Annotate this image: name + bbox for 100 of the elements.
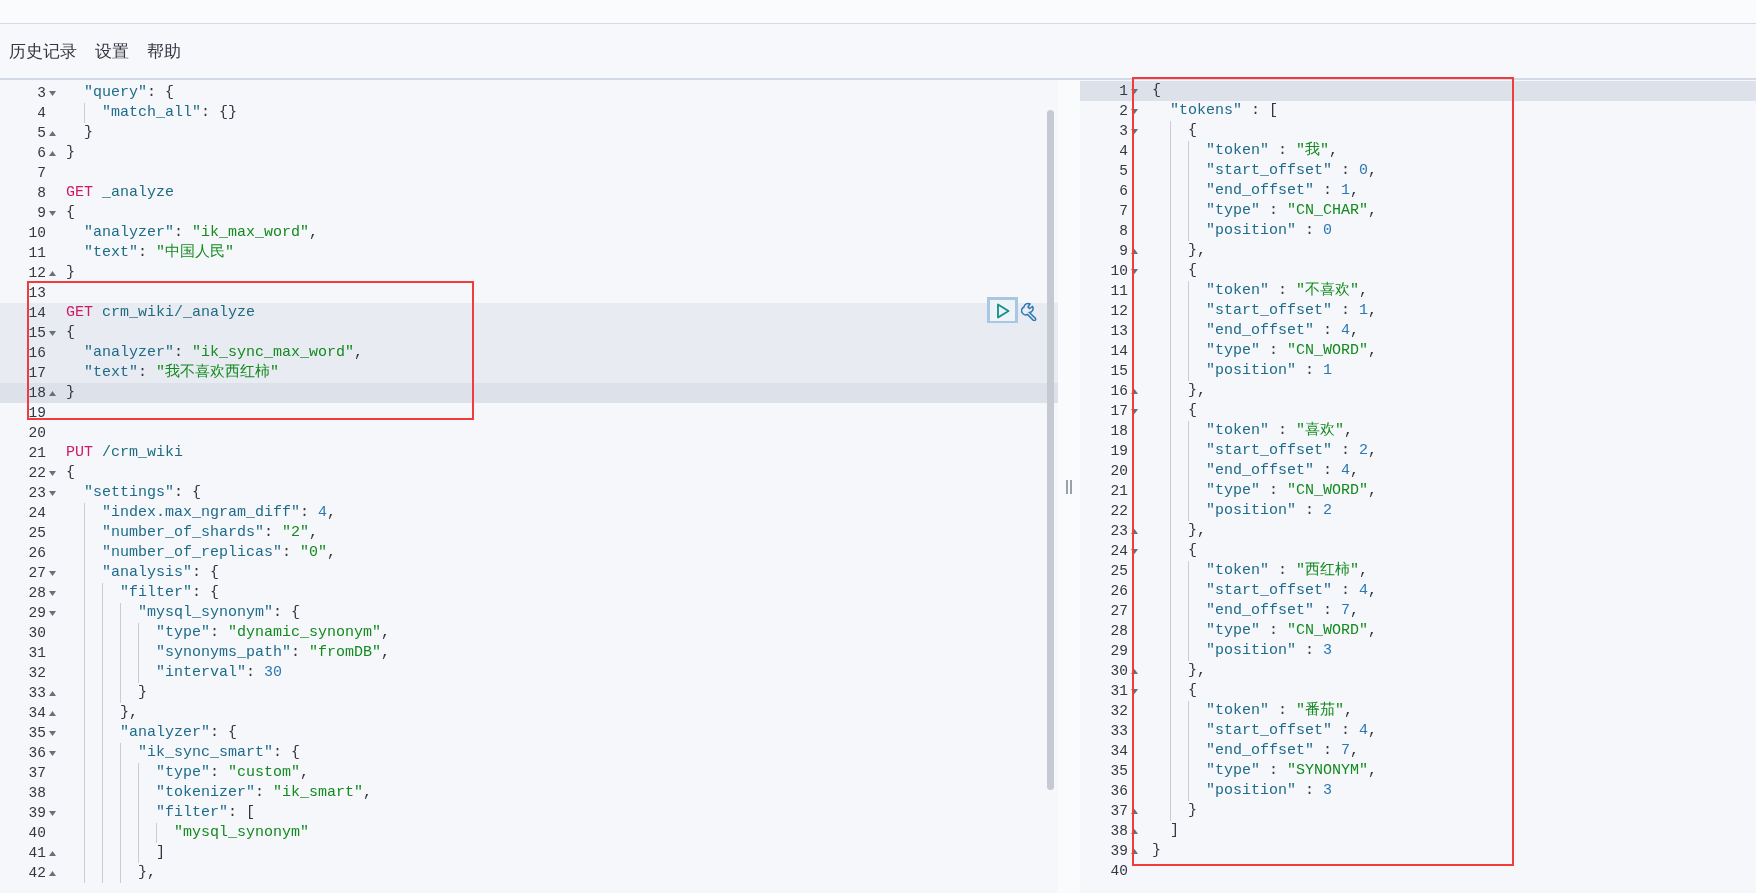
- code-line: "type" : "SYNONYM",: [1152, 761, 1378, 781]
- code-line: "end_offset" : 1,: [1152, 181, 1360, 201]
- menu-link[interactable]: 设置: [95, 39, 129, 63]
- code-line: },: [66, 863, 156, 883]
- code-line: }: [1152, 801, 1197, 821]
- code-line: {: [1152, 681, 1197, 701]
- line-number: 33: [28, 685, 46, 701]
- fold-toggle-icon[interactable]: [48, 330, 56, 336]
- fold-toggle-icon[interactable]: [48, 730, 56, 736]
- code-line: "mysql_synonym": {: [66, 603, 301, 623]
- code-line: "token" : "喜欢",: [1152, 421, 1354, 441]
- menu-link[interactable]: 帮助: [147, 39, 181, 63]
- line-number: 21: [1110, 483, 1128, 499]
- code-line: {: [66, 323, 75, 343]
- fold-toggle-icon[interactable]: [48, 470, 56, 476]
- code-line: },: [1152, 521, 1206, 541]
- code-line: "position" : 0: [1152, 221, 1333, 241]
- code-line: "type": "custom",: [66, 763, 310, 783]
- line-number: 35: [28, 725, 46, 741]
- code-line: "index.max_ngram_diff": 4,: [66, 503, 337, 523]
- fold-toggle-icon[interactable]: [48, 750, 56, 756]
- line-number: 3: [1119, 123, 1128, 139]
- fold-toggle-icon[interactable]: [1130, 408, 1138, 414]
- line-number: 29: [28, 605, 46, 621]
- line-number: 2: [1119, 103, 1128, 119]
- line-number: 30: [1110, 663, 1128, 679]
- code-line: }: [1152, 841, 1161, 861]
- fold-toggle-icon[interactable]: [48, 590, 56, 596]
- line-number: 12: [1110, 303, 1128, 319]
- fold-toggle-icon[interactable]: [48, 710, 56, 716]
- code-line: "start_offset" : 4,: [1152, 581, 1378, 601]
- code-line: "tokens" : [: [1169, 101, 1279, 121]
- line-number: 28: [1110, 623, 1128, 639]
- fold-toggle-icon[interactable]: [48, 490, 56, 496]
- code-line: }: [66, 143, 75, 163]
- line-number: 38: [1110, 823, 1128, 839]
- line-number: 4: [1119, 143, 1128, 159]
- fold-toggle-icon[interactable]: [1130, 88, 1138, 94]
- line-number: 20: [28, 425, 46, 441]
- play-icon: [995, 302, 1010, 319]
- code-line: "analyzer": {: [66, 723, 238, 743]
- fold-toggle-icon[interactable]: [48, 810, 56, 816]
- code-line: "token" : "我",: [1152, 141, 1339, 161]
- run-button[interactable]: [987, 297, 1018, 324]
- fold-toggle-icon[interactable]: [1130, 848, 1138, 854]
- fold-toggle-icon[interactable]: [48, 610, 56, 616]
- code-line: "position" : 2: [1152, 501, 1333, 521]
- fold-toggle-icon[interactable]: [48, 270, 56, 276]
- code-line: ]: [1169, 821, 1179, 841]
- line-number: 13: [28, 285, 46, 301]
- code-line: "end_offset" : 7,: [1152, 601, 1360, 621]
- fold-toggle-icon[interactable]: [48, 870, 56, 876]
- fold-toggle-icon[interactable]: [1130, 688, 1138, 694]
- fold-toggle-icon[interactable]: [48, 390, 56, 396]
- code-line: {: [1152, 81, 1161, 101]
- fold-toggle-icon[interactable]: [1130, 108, 1138, 114]
- resize-handle-icon[interactable]: [1066, 479, 1072, 494]
- fold-toggle-icon[interactable]: [48, 130, 56, 136]
- code-line: },: [1152, 381, 1206, 401]
- line-number: 38: [28, 785, 46, 801]
- fold-toggle-icon[interactable]: [48, 150, 56, 156]
- line-number: 28: [28, 585, 46, 601]
- line-number: 16: [1110, 383, 1128, 399]
- code-line: "number_of_replicas": "0",: [66, 543, 337, 563]
- fold-toggle-icon[interactable]: [1130, 248, 1138, 254]
- code-line: "text": "我不喜欢西红柿": [83, 363, 280, 383]
- line-number: 34: [28, 705, 46, 721]
- code-line: "match_all": {}: [66, 103, 238, 123]
- menu-link[interactable]: 历史记录: [9, 39, 77, 63]
- line-number: 39: [1110, 843, 1128, 859]
- line-number: 11: [28, 245, 46, 261]
- fold-toggle-icon[interactable]: [1130, 668, 1138, 674]
- line-number: 19: [1110, 443, 1128, 459]
- code-line: "type" : "CN_WORD",: [1152, 341, 1378, 361]
- code-line: },: [1152, 241, 1206, 261]
- line-number: 22: [28, 465, 46, 481]
- fold-toggle-icon[interactable]: [1130, 528, 1138, 534]
- code-line: "token" : "番茄",: [1152, 701, 1354, 721]
- scrollbar[interactable]: [1047, 110, 1054, 790]
- fold-toggle-icon[interactable]: [1130, 828, 1138, 834]
- fold-toggle-icon[interactable]: [48, 850, 56, 856]
- code-line: }: [66, 263, 75, 283]
- code-line: "start_offset" : 4,: [1152, 721, 1378, 741]
- code-line: "settings": {: [83, 483, 202, 503]
- fold-toggle-icon[interactable]: [1130, 388, 1138, 394]
- fold-toggle-icon[interactable]: [1130, 268, 1138, 274]
- fold-toggle-icon[interactable]: [48, 570, 56, 576]
- code-line: "token" : "西红柿",: [1152, 561, 1369, 581]
- fold-toggle-icon[interactable]: [1130, 808, 1138, 814]
- line-number: 37: [28, 765, 46, 781]
- line-number: 9: [37, 205, 46, 221]
- fold-toggle-icon[interactable]: [1130, 128, 1138, 134]
- fold-toggle-icon[interactable]: [48, 90, 56, 96]
- code-line: "position" : 3: [1152, 781, 1333, 801]
- fold-toggle-icon[interactable]: [1130, 548, 1138, 554]
- line-number: 36: [1110, 783, 1128, 799]
- line-number: 10: [28, 225, 46, 241]
- fold-toggle-icon[interactable]: [48, 690, 56, 696]
- line-number: 25: [1110, 563, 1128, 579]
- fold-toggle-icon[interactable]: [48, 210, 56, 216]
